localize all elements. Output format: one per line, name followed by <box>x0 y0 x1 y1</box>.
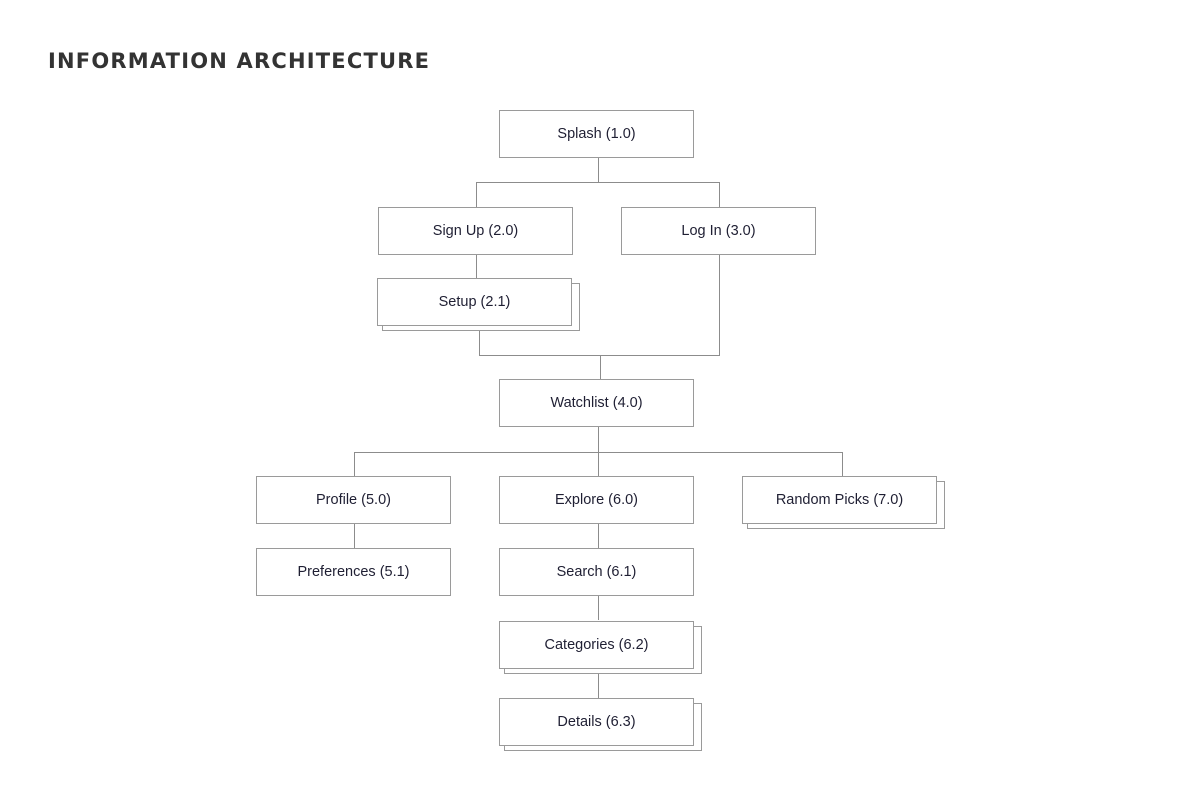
connector <box>719 255 720 355</box>
connector <box>598 158 599 182</box>
connector <box>354 452 355 476</box>
page-title: INFORMATION ARCHITECTURE <box>48 49 431 73</box>
node-splash: Splash (1.0) <box>499 110 694 158</box>
connector <box>598 524 599 548</box>
node-watchlist: Watchlist (4.0) <box>499 379 694 427</box>
node-log-in: Log In (3.0) <box>621 207 816 255</box>
connector <box>476 255 477 278</box>
connector <box>354 524 355 548</box>
node-setup: Setup (2.1) <box>377 278 572 326</box>
node-random-picks: Random Picks (7.0) <box>742 476 937 524</box>
connector <box>479 331 480 355</box>
connector <box>842 452 843 476</box>
node-preferences: Preferences (5.1) <box>256 548 451 596</box>
connector <box>598 674 599 698</box>
connector <box>598 596 599 620</box>
node-explore: Explore (6.0) <box>499 476 694 524</box>
connector <box>719 182 720 207</box>
node-details: Details (6.3) <box>499 698 694 746</box>
connector <box>600 355 601 379</box>
node-sign-up: Sign Up (2.0) <box>378 207 573 255</box>
connector <box>354 452 843 453</box>
connector <box>476 182 477 207</box>
node-search: Search (6.1) <box>499 548 694 596</box>
node-profile: Profile (5.0) <box>256 476 451 524</box>
connector <box>476 182 720 183</box>
node-categories: Categories (6.2) <box>499 621 694 669</box>
